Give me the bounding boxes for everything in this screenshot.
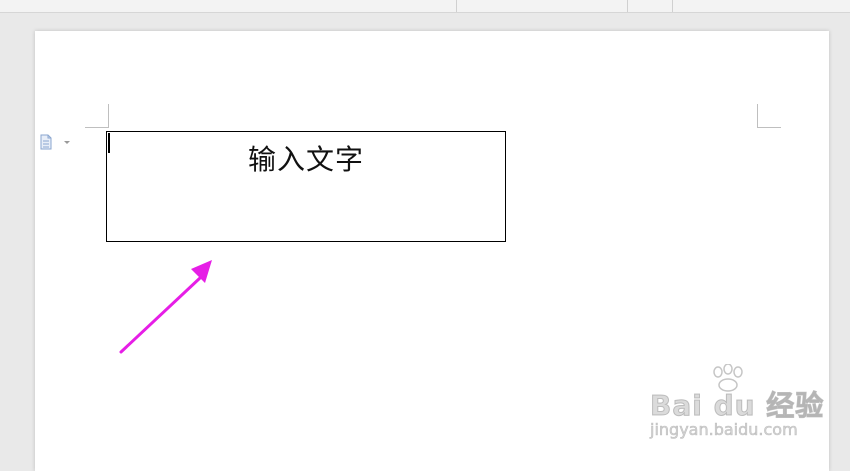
baidu-jingyan-watermark: Bai du 经验 jingyan.baidu.com — [649, 364, 825, 442]
margin-corner-top-right — [757, 104, 781, 128]
document-icon[interactable] — [40, 133, 70, 151]
document-page[interactable]: 输入文字 Bai du 经验 jingyan.baidu.com — [35, 31, 829, 471]
text-box-content[interactable]: 输入文字 — [107, 138, 505, 178]
toolbar-divider — [627, 0, 628, 12]
annotation-arrow-icon — [119, 260, 212, 354]
margin-corner-top-left — [85, 104, 109, 128]
watermark-logo: Bai du 经验 — [649, 389, 825, 423]
watermark-url: jingyan.baidu.com — [650, 420, 798, 440]
toolbar-strip — [0, 0, 850, 13]
toolbar-divider — [672, 0, 673, 12]
toolbar-divider — [456, 0, 457, 12]
text-box[interactable]: 输入文字 — [106, 131, 506, 242]
chevron-down-icon — [64, 141, 70, 144]
